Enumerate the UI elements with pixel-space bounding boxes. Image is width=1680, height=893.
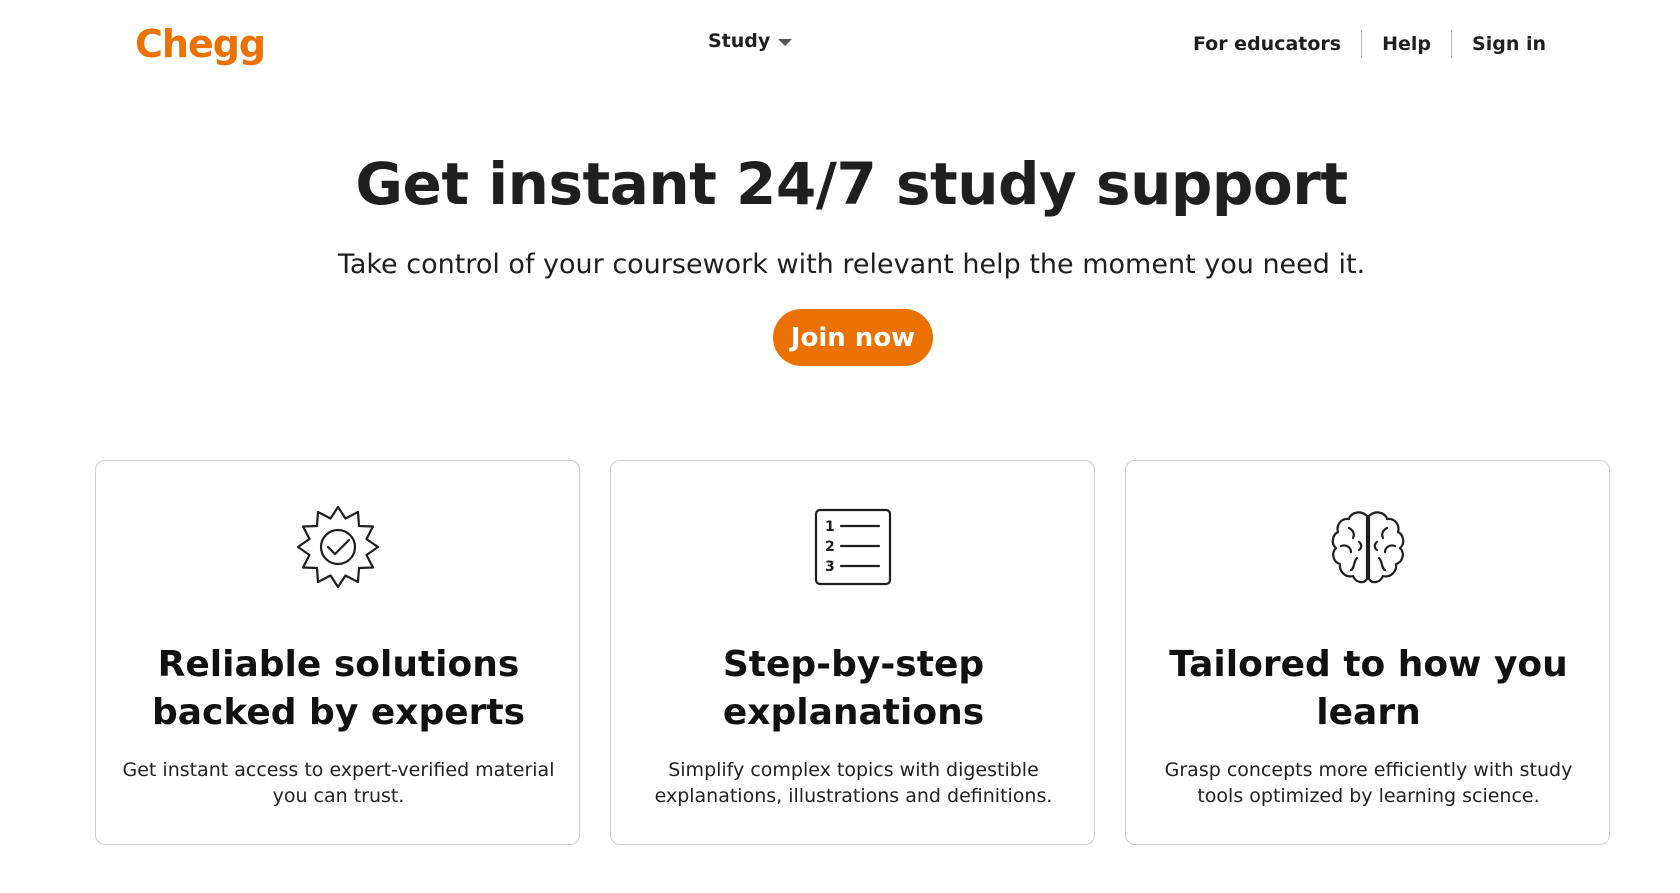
verified-badge-icon bbox=[96, 499, 579, 594]
card-description: Get instant access to expert-verified ma… bbox=[122, 759, 555, 807]
feature-card-reliable-solutions: Reliable solutions backed by experts Get… bbox=[95, 460, 580, 845]
hero-subtitle: Take control of your coursework with rel… bbox=[337, 249, 1366, 280]
top-header: Chegg Study For educators Help Sign in bbox=[0, 0, 1680, 90]
join-now-button[interactable]: Join now bbox=[773, 309, 933, 366]
numbered-list-icon: 1 2 3 bbox=[611, 499, 1094, 594]
study-menu-button[interactable]: Study bbox=[708, 30, 793, 52]
chevron-down-icon bbox=[778, 38, 793, 46]
feature-card-step-by-step: 1 2 3 Step-by-step explanations Simplify… bbox=[610, 460, 1095, 845]
card-title: Reliable solutions backed by experts bbox=[151, 644, 526, 733]
card-description: Grasp concepts more efficiently with stu… bbox=[1164, 759, 1573, 807]
feature-card-tailored-learning: Tailored to how you learn Grasp concepts… bbox=[1125, 460, 1610, 845]
card-description: Simplify complex topics with digestible … bbox=[654, 759, 1053, 807]
study-menu-label: Study bbox=[708, 30, 771, 52]
hero-title: Get instant 24/7 study support bbox=[355, 150, 1348, 218]
page: Chegg Study For educators Help Sign in G… bbox=[0, 0, 1680, 893]
svg-text:3: 3 bbox=[825, 559, 835, 575]
help-link[interactable]: Help bbox=[1362, 30, 1451, 58]
brain-icon bbox=[1126, 499, 1609, 594]
header-nav: For educators Help Sign in bbox=[1173, 30, 1546, 58]
sign-in-link[interactable]: Sign in bbox=[1452, 30, 1546, 58]
card-title: Tailored to how you learn bbox=[1169, 644, 1568, 733]
svg-text:1: 1 bbox=[825, 519, 835, 535]
card-title: Step-by-step explanations bbox=[722, 644, 985, 733]
chegg-logo[interactable]: Chegg bbox=[135, 18, 266, 70]
svg-text:2: 2 bbox=[825, 539, 835, 555]
for-educators-link[interactable]: For educators bbox=[1173, 30, 1361, 58]
